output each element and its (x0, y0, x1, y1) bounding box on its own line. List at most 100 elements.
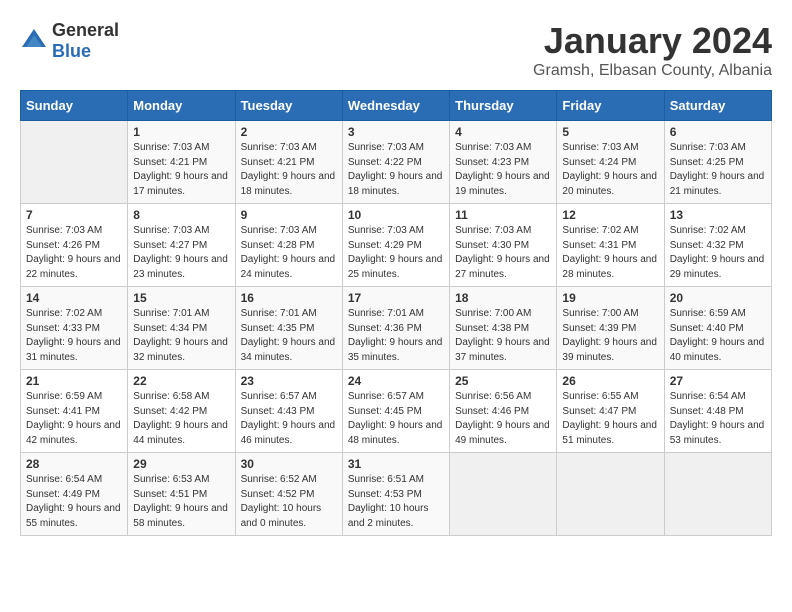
calendar-cell: 4 Sunrise: 7:03 AMSunset: 4:23 PMDaylight… (450, 121, 557, 204)
day-number: 19 (562, 291, 658, 305)
calendar-cell (557, 453, 664, 536)
calendar-week-row: 21Sunrise: 6:59 AMSunset: 4:41 PMDayligh… (21, 370, 772, 453)
cell-sun-info: Sunrise: 7:03 AMSunset: 4:23 PMDaylight:… (455, 141, 551, 199)
calendar-cell: 14 Sunrise: 7:02 AMSunset: 4:33 PMDayligh… (21, 287, 128, 370)
logo: General Blue (20, 20, 119, 62)
day-number: 4 (455, 125, 551, 139)
calendar-cell: 28 Sunrise: 6:54 AMSunset: 4:49 PMDayligh… (21, 453, 128, 536)
day-number: 14 (26, 291, 122, 305)
day-header-friday: Friday (557, 91, 664, 121)
calendar-cell (450, 453, 557, 536)
day-number: 27 (670, 374, 766, 388)
cell-sun-info: Sunrise: 7:00 AMSunset: 4:38 PMDaylight:… (455, 307, 551, 365)
calendar-cell: 19 Sunrise: 7:00 AMSunset: 4:39 PMDayligh… (557, 287, 664, 370)
location-title: Gramsh, Elbasan County, Albania (533, 62, 772, 80)
cell-sun-info: Sunrise: 6:58 AMSunset: 4:42 PMDaylight:… (133, 390, 229, 448)
calendar-cell: 3 Sunrise: 7:03 AMSunset: 4:22 PMDaylight… (342, 121, 449, 204)
logo-icon (20, 27, 48, 55)
cell-sun-info: Sunrise: 6:59 AMSunset: 4:41 PMDaylight:… (26, 390, 122, 448)
calendar-cell: 31Sunrise: 6:51 AMSunset: 4:53 PMDayligh… (342, 453, 449, 536)
cell-sun-info: Sunrise: 7:01 AMSunset: 4:35 PMDaylight:… (241, 307, 337, 365)
calendar-table: SundayMondayTuesdayWednesdayThursdayFrid… (20, 90, 772, 536)
calendar-cell: 22 Sunrise: 6:58 AMSunset: 4:42 PMDayligh… (128, 370, 235, 453)
calendar-cell: 5Sunrise: 7:03 AMSunset: 4:24 PMDaylight… (557, 121, 664, 204)
cell-sun-info: Sunrise: 7:00 AMSunset: 4:39 PMDaylight:… (562, 307, 658, 365)
day-number: 3 (348, 125, 444, 139)
calendar-cell: 12 Sunrise: 7:02 AMSunset: 4:31 PMDayligh… (557, 204, 664, 287)
calendar-week-row: 28 Sunrise: 6:54 AMSunset: 4:49 PMDayligh… (21, 453, 772, 536)
calendar-cell: 20 Sunrise: 6:59 AMSunset: 4:40 PMDayligh… (664, 287, 771, 370)
cell-sun-info: Sunrise: 7:03 AMSunset: 4:30 PMDaylight:… (455, 224, 551, 282)
cell-sun-info: Sunrise: 6:57 AMSunset: 4:45 PMDaylight:… (348, 390, 444, 448)
calendar-cell: 29Sunrise: 6:53 AMSunset: 4:51 PMDayligh… (128, 453, 235, 536)
calendar-cell: 15 Sunrise: 7:01 AMSunset: 4:34 PMDayligh… (128, 287, 235, 370)
day-header-thursday: Thursday (450, 91, 557, 121)
day-number: 6 (670, 125, 766, 139)
day-number: 23 (241, 374, 337, 388)
calendar-cell: 30Sunrise: 6:52 AMSunset: 4:52 PMDayligh… (235, 453, 342, 536)
cell-sun-info: Sunrise: 6:51 AMSunset: 4:53 PMDaylight:… (348, 473, 444, 531)
cell-sun-info: Sunrise: 7:02 AMSunset: 4:31 PMDaylight:… (562, 224, 658, 282)
day-header-monday: Monday (128, 91, 235, 121)
day-number: 24 (348, 374, 444, 388)
calendar-cell: 6Sunrise: 7:03 AMSunset: 4:25 PMDaylight… (664, 121, 771, 204)
day-number: 25 (455, 374, 551, 388)
day-number: 17 (348, 291, 444, 305)
day-number: 29 (133, 457, 229, 471)
day-number: 11 (455, 208, 551, 222)
calendar-cell: 8 Sunrise: 7:03 AMSunset: 4:27 PMDaylight… (128, 204, 235, 287)
day-number: 1 (133, 125, 229, 139)
cell-sun-info: Sunrise: 6:56 AMSunset: 4:46 PMDaylight:… (455, 390, 551, 448)
calendar-cell: 17 Sunrise: 7:01 AMSunset: 4:36 PMDayligh… (342, 287, 449, 370)
day-number: 16 (241, 291, 337, 305)
calendar-cell (21, 121, 128, 204)
day-number: 8 (133, 208, 229, 222)
cell-sun-info: Sunrise: 7:01 AMSunset: 4:36 PMDaylight:… (348, 307, 444, 365)
cell-sun-info: Sunrise: 7:03 AMSunset: 4:27 PMDaylight:… (133, 224, 229, 282)
calendar-cell: 21Sunrise: 6:59 AMSunset: 4:41 PMDayligh… (21, 370, 128, 453)
calendar-cell: 23 Sunrise: 6:57 AMSunset: 4:43 PMDayligh… (235, 370, 342, 453)
cell-sun-info: Sunrise: 7:02 AMSunset: 4:33 PMDaylight:… (26, 307, 122, 365)
day-number: 30 (241, 457, 337, 471)
cell-sun-info: Sunrise: 6:54 AMSunset: 4:49 PMDaylight:… (26, 473, 122, 531)
logo-blue-text: Blue (52, 41, 91, 61)
day-number: 22 (133, 374, 229, 388)
cell-sun-info: Sunrise: 6:54 AMSunset: 4:48 PMDaylight:… (670, 390, 766, 448)
cell-sun-info: Sunrise: 7:03 AMSunset: 4:24 PMDaylight:… (562, 141, 658, 199)
cell-sun-info: Sunrise: 6:55 AMSunset: 4:47 PMDaylight:… (562, 390, 658, 448)
day-number: 9 (241, 208, 337, 222)
day-number: 28 (26, 457, 122, 471)
cell-sun-info: Sunrise: 7:03 AMSunset: 4:22 PMDaylight:… (348, 141, 444, 199)
calendar-week-row: 14 Sunrise: 7:02 AMSunset: 4:33 PMDayligh… (21, 287, 772, 370)
cell-sun-info: Sunrise: 7:03 AMSunset: 4:26 PMDaylight:… (26, 224, 122, 282)
day-number: 13 (670, 208, 766, 222)
cell-sun-info: Sunrise: 7:03 AMSunset: 4:21 PMDaylight:… (133, 141, 229, 199)
cell-sun-info: Sunrise: 6:59 AMSunset: 4:40 PMDaylight:… (670, 307, 766, 365)
day-number: 10 (348, 208, 444, 222)
calendar-cell: 24 Sunrise: 6:57 AMSunset: 4:45 PMDayligh… (342, 370, 449, 453)
day-number: 15 (133, 291, 229, 305)
day-number: 26 (562, 374, 658, 388)
cell-sun-info: Sunrise: 7:03 AMSunset: 4:28 PMDaylight:… (241, 224, 337, 282)
calendar-cell: 13Sunrise: 7:02 AMSunset: 4:32 PMDayligh… (664, 204, 771, 287)
calendar-cell (664, 453, 771, 536)
day-number: 7 (26, 208, 122, 222)
day-number: 18 (455, 291, 551, 305)
calendar-cell: 2Sunrise: 7:03 AMSunset: 4:21 PMDaylight… (235, 121, 342, 204)
cell-sun-info: Sunrise: 7:03 AMSunset: 4:21 PMDaylight:… (241, 141, 337, 199)
logo-general-text: General (52, 20, 119, 40)
day-number: 12 (562, 208, 658, 222)
day-header-wednesday: Wednesday (342, 91, 449, 121)
month-title: January 2024 (533, 20, 772, 62)
calendar-cell: 27 Sunrise: 6:54 AMSunset: 4:48 PMDayligh… (664, 370, 771, 453)
calendar-week-row: 7 Sunrise: 7:03 AMSunset: 4:26 PMDaylight… (21, 204, 772, 287)
cell-sun-info: Sunrise: 7:01 AMSunset: 4:34 PMDaylight:… (133, 307, 229, 365)
cell-sun-info: Sunrise: 6:57 AMSunset: 4:43 PMDaylight:… (241, 390, 337, 448)
day-number: 20 (670, 291, 766, 305)
title-area: January 2024 Gramsh, Elbasan County, Alb… (533, 20, 772, 80)
calendar-cell: 11 Sunrise: 7:03 AMSunset: 4:30 PMDayligh… (450, 204, 557, 287)
day-header-tuesday: Tuesday (235, 91, 342, 121)
calendar-cell: 25 Sunrise: 6:56 AMSunset: 4:46 PMDayligh… (450, 370, 557, 453)
cell-sun-info: Sunrise: 7:03 AMSunset: 4:29 PMDaylight:… (348, 224, 444, 282)
calendar-cell: 18 Sunrise: 7:00 AMSunset: 4:38 PMDayligh… (450, 287, 557, 370)
